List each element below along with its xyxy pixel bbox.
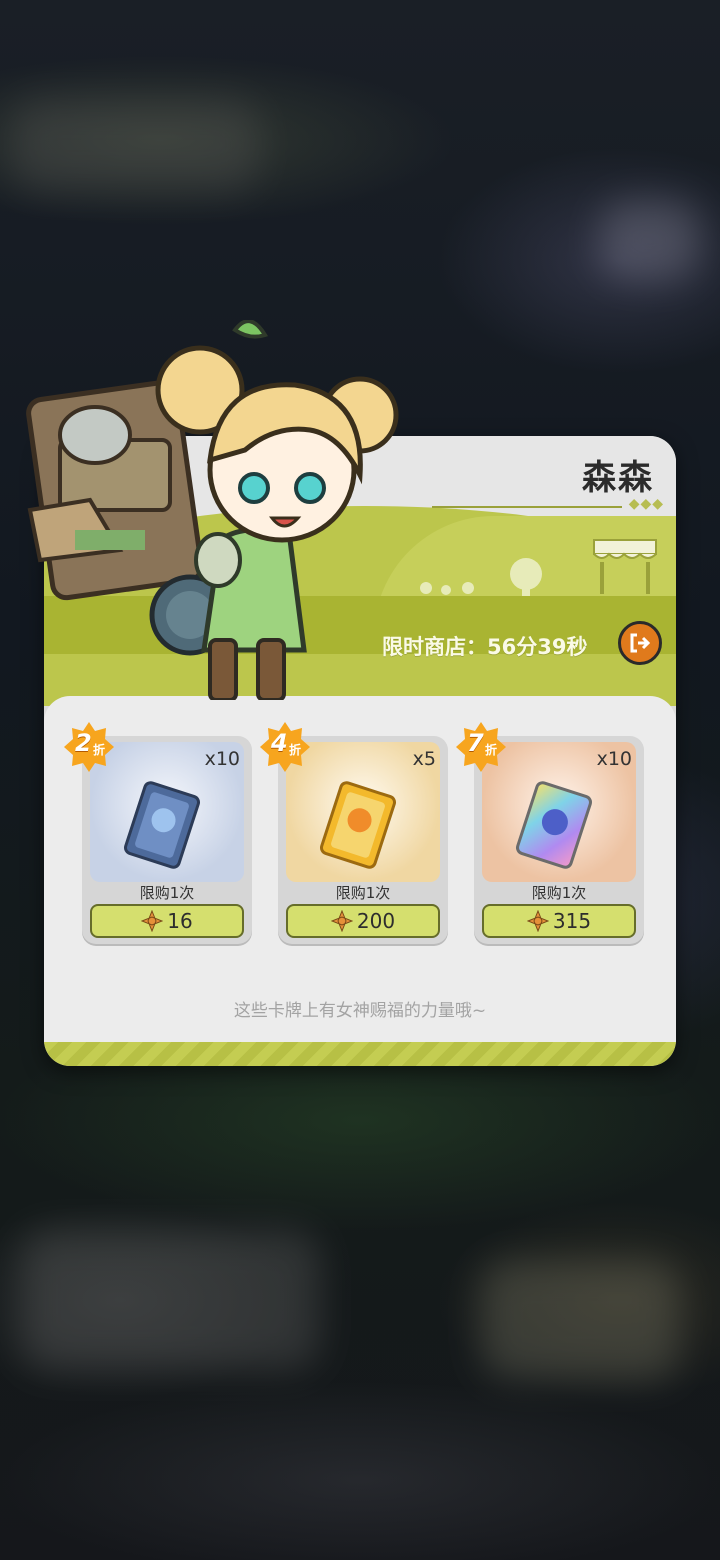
- discount-value: 2: [75, 729, 92, 757]
- item-quantity: x10: [204, 748, 240, 770]
- exit-icon: [630, 633, 651, 653]
- background-blur: [10, 100, 260, 190]
- name-divider: [432, 506, 622, 508]
- discount-badge: 2 折: [64, 722, 114, 772]
- npc-name: 森森: [582, 458, 654, 498]
- item-price: 200: [356, 909, 396, 933]
- crystal-icon: [141, 910, 164, 932]
- discount-unit: 折: [93, 743, 106, 757]
- crystal-icon: [330, 910, 353, 932]
- rainbow-card-icon: [515, 781, 593, 869]
- shop-item-card-1[interactable]: x10 限购1次 16 2 折: [64, 722, 252, 944]
- discount-unit: 折: [485, 743, 498, 757]
- item-price: 315: [552, 909, 592, 933]
- exit-button[interactable]: [618, 621, 662, 665]
- purchase-limit: 限购1次: [335, 884, 391, 902]
- purchase-limit: 限购1次: [531, 884, 587, 902]
- decor-stars: ◆◆◆: [628, 496, 664, 512]
- decor-silhouettes: [420, 558, 542, 598]
- item-quantity: x5: [412, 748, 436, 770]
- discount-badge: 4 折: [260, 722, 310, 772]
- flavor-text: 这些卡牌上有女神赐福的力量哦~: [233, 1001, 487, 1021]
- shop-stall-icon: [593, 539, 657, 594]
- merchant-character: [26, 320, 399, 700]
- gold-card-icon: [319, 781, 397, 869]
- panel-bottom-stripe: [44, 1042, 676, 1066]
- item-price: 16: [167, 909, 193, 933]
- shop-item-card-3[interactable]: x10 限购1次 315 7 折: [456, 722, 644, 944]
- discount-badge: 7 折: [456, 722, 506, 772]
- item-quantity: x10: [596, 748, 632, 770]
- background-blur: [20, 1230, 320, 1370]
- background-blur: [480, 1260, 680, 1380]
- buy-button[interactable]: 315: [482, 904, 636, 938]
- purchase-limit: 限购1次: [139, 884, 195, 902]
- discount-unit: 折: [289, 743, 302, 757]
- discount-value: 7: [467, 729, 484, 757]
- background-blur: [600, 200, 700, 280]
- buy-button[interactable]: 16: [90, 904, 244, 938]
- blue-card-icon: [123, 781, 201, 869]
- shop-item-card-2[interactable]: x5 限购1次 200 4 折: [260, 722, 448, 944]
- buy-button[interactable]: 200: [286, 904, 440, 938]
- discount-value: 4: [271, 729, 288, 757]
- crystal-icon: [526, 910, 549, 932]
